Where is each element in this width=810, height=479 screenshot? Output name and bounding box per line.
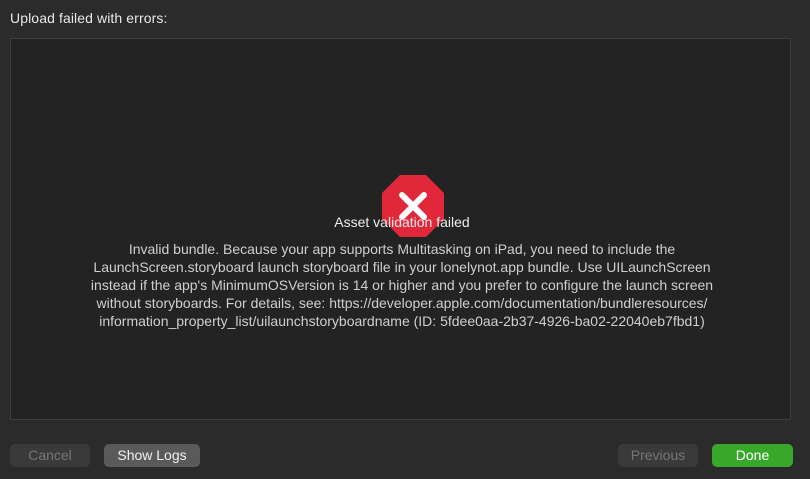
error-description-line: LaunchScreen.storyboard launch storyboar… <box>93 259 711 275</box>
error-description-line: without storyboards. For details, see: h… <box>96 295 708 311</box>
dialog-title: Upload failed with errors: <box>10 10 168 26</box>
done-button[interactable]: Done <box>712 444 793 467</box>
error-message-panel: Asset validation failed Invalid bundle. … <box>10 38 791 420</box>
error-description-line: instead if the app's MinimumOSVersion is… <box>90 277 714 293</box>
error-description-line: information_property_list/uilaunchstoryb… <box>99 313 705 329</box>
error-description: Invalid bundle. Because your app support… <box>41 240 763 330</box>
error-title: Asset validation failed <box>334 214 470 230</box>
cancel-button[interactable]: Cancel <box>10 444 90 467</box>
upload-error-dialog: Upload failed with errors: Asset validat… <box>0 0 810 479</box>
show-logs-button[interactable]: Show Logs <box>104 444 200 467</box>
error-description-line: Invalid bundle. Because your app support… <box>128 241 676 257</box>
previous-button[interactable]: Previous <box>618 444 698 467</box>
